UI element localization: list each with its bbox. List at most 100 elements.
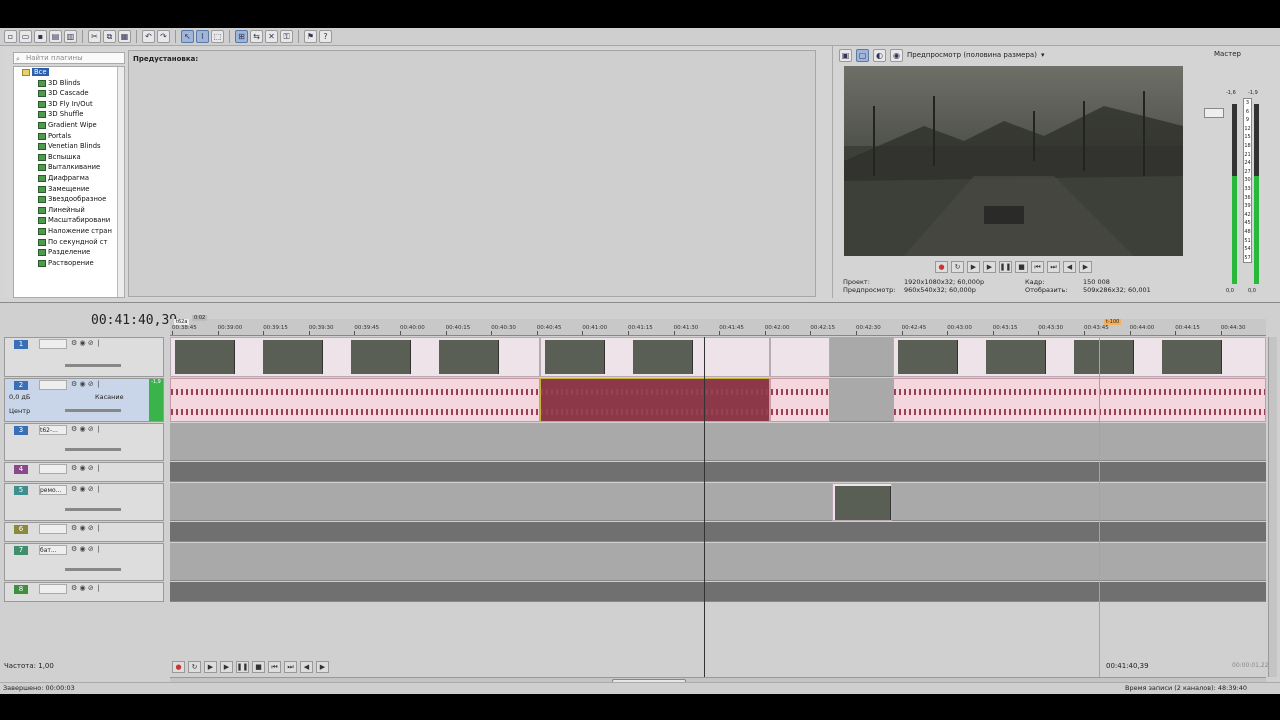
stop-icon[interactable]: ■ (1015, 261, 1028, 273)
track-level-slider[interactable] (65, 448, 121, 451)
edit-tool-icon[interactable]: ↖ (181, 30, 194, 43)
cursor-timecode[interactable]: 00:41:40,39 (1106, 662, 1149, 670)
play-from-start-icon[interactable]: ▶ (204, 661, 217, 673)
prev-frame-icon[interactable]: ◀ (1063, 261, 1076, 273)
play-icon[interactable]: ▶ (983, 261, 996, 273)
track-header-8[interactable]: 8 ⚙ ◉ ⊘ ❘ (4, 582, 164, 602)
chevron-down-icon[interactable]: ▾ (1041, 51, 1045, 59)
audio-clip[interactable] (893, 378, 1266, 422)
track-lanes[interactable] (170, 337, 1266, 677)
render-icon[interactable]: ▥ (64, 30, 77, 43)
time-ruler[interactable]: t62a 0:02 t-100 00:38:45 00:39:00 00:39:15… (170, 315, 1266, 336)
plugin-tree-item[interactable]: 3D Fly In/Out (14, 99, 124, 110)
track-header-3[interactable]: 3 t62-... ⚙ ◉ ⊘ ❘ (4, 423, 164, 461)
selection-tool-icon[interactable]: ⬚ (211, 30, 224, 43)
preview-mode-label[interactable]: Предпросмотр (половина размера) (907, 51, 1037, 59)
redo-icon[interactable]: ↷ (157, 30, 170, 43)
new-icon[interactable]: ▫ (4, 30, 17, 43)
track-lane-1[interactable] (170, 337, 1266, 377)
track-name-field[interactable] (39, 339, 67, 349)
track-level-slider[interactable] (65, 409, 121, 412)
paste-icon[interactable]: ▦ (118, 30, 131, 43)
stop-icon[interactable]: ■ (252, 661, 265, 673)
track-lane-3[interactable] (170, 423, 1266, 461)
video-clip[interactable] (893, 337, 1266, 377)
track-name-field[interactable]: t62-... (39, 425, 67, 435)
plugin-tree-item[interactable]: Выталкивание (14, 162, 124, 173)
plugin-search-input[interactable]: ⌕ Найти плагины (13, 52, 125, 64)
video-clip[interactable] (170, 337, 540, 377)
record-icon[interactable]: ● (172, 661, 185, 673)
cut-icon[interactable]: ✂ (88, 30, 101, 43)
playhead-cursor[interactable] (704, 337, 705, 677)
region-label[interactable]: 0:02 (192, 315, 208, 321)
go-start-icon[interactable]: ⏮ (268, 661, 281, 673)
settings-icon[interactable]: ▣ (839, 48, 852, 62)
play-icon[interactable]: ▶ (220, 661, 233, 673)
track-fx-mute-solo-icons[interactable]: ⚙ ◉ ⊘ ❘ (71, 380, 102, 388)
track-header-4[interactable]: 4 ⚙ ◉ ⊘ ❘ (4, 462, 164, 482)
playback-rate[interactable]: Частота: 1,00 (4, 662, 54, 670)
lock-icon[interactable]: ⚿ (280, 30, 293, 43)
pause-icon[interactable]: ❚❚ (236, 661, 249, 673)
plugin-tree-item[interactable]: Линейный (14, 205, 124, 216)
plugin-tree-item[interactable]: Portals (14, 131, 124, 142)
track-header-2[interactable]: 2 ⚙ ◉ ⊘ ❘ 0,0 дБ Центр Касание -1,9 (4, 378, 164, 422)
track-header-5[interactable]: 5 ремо... ⚙ ◉ ⊘ ❘ (4, 483, 164, 521)
plugin-tree[interactable]: Все 3D Blinds 3D Cascade 3D Fly In/Out 3D S… (13, 66, 125, 298)
track-name-field[interactable]: ремо... (39, 485, 67, 495)
play-from-start-icon[interactable]: ▶ (967, 261, 980, 273)
video-clip[interactable] (770, 337, 830, 377)
track-name-field[interactable] (39, 464, 67, 474)
plugin-tree-item[interactable]: Разделение (14, 247, 124, 258)
track-lane-5[interactable] (170, 483, 1266, 521)
track-fx-mute-solo-icons[interactable]: ⚙ ◉ ⊘ ❘ (71, 524, 102, 532)
marker-icon[interactable]: ⚑ (304, 30, 317, 43)
plugin-tree-item[interactable]: Замещение (14, 184, 124, 195)
track-lane-4[interactable] (170, 462, 1266, 482)
preview-mode-icon[interactable]: ▢ (856, 48, 869, 62)
help-icon[interactable]: ? (319, 30, 332, 43)
plugin-tree-item[interactable]: Диафрагма (14, 173, 124, 184)
envelope-tool-icon[interactable]: ⌇ (196, 30, 209, 43)
plugin-tree-item[interactable]: Gradient Wipe (14, 120, 124, 131)
split-icon[interactable]: ◉ (890, 48, 903, 62)
track-level-slider[interactable] (65, 364, 121, 367)
loop-icon[interactable]: ↻ (188, 661, 201, 673)
plugin-tree-item[interactable]: 3D Cascade (14, 88, 124, 99)
plugin-tree-item[interactable]: Масштабировани (14, 215, 124, 226)
plugin-tree-item[interactable]: 3D Blinds (14, 78, 124, 89)
tree-root-all[interactable]: Все (14, 67, 124, 78)
track-fx-mute-solo-icons[interactable]: ⚙ ◉ ⊘ ❘ (71, 425, 102, 433)
plugin-tree-item[interactable]: 3D Shuffle (14, 109, 124, 120)
plugin-tree-item[interactable]: Venetian Blinds (14, 141, 124, 152)
audio-clip[interactable] (540, 378, 770, 422)
overlay-icon[interactable]: ◐ (873, 48, 886, 62)
pause-icon[interactable]: ❚❚ (999, 261, 1012, 273)
plugin-tree-item[interactable]: Звездообразное (14, 194, 124, 205)
tree-scrollbar[interactable] (117, 67, 124, 297)
track-fx-mute-solo-icons[interactable]: ⚙ ◉ ⊘ ❘ (71, 545, 102, 553)
track-lane-2[interactable] (170, 378, 1266, 422)
crossfade-icon[interactable]: ✕ (265, 30, 278, 43)
video-clip[interactable] (540, 337, 770, 377)
track-header-6[interactable]: 6 ⚙ ◉ ⊘ ❘ (4, 522, 164, 542)
track-header-1[interactable]: 1 ⚙ ◉ ⊘ ❘ (4, 337, 164, 377)
next-frame-icon[interactable]: ▶ (1079, 261, 1092, 273)
track-level-slider[interactable] (65, 508, 121, 511)
track-fx-mute-solo-icons[interactable]: ⚙ ◉ ⊘ ❘ (71, 464, 102, 472)
track-name-field[interactable] (39, 584, 67, 594)
go-end-icon[interactable]: ⏭ (1047, 261, 1060, 273)
track-name-field[interactable] (39, 524, 67, 534)
track-name-field[interactable] (39, 380, 67, 390)
plugin-tree-item[interactable]: Наложение стран (14, 226, 124, 237)
automation-mode-select[interactable]: Касание (95, 393, 124, 401)
copy-icon[interactable]: ⧉ (103, 30, 116, 43)
track-lane-6[interactable] (170, 522, 1266, 542)
plugin-tree-item[interactable]: По секундной ст (14, 237, 124, 248)
audio-clip[interactable] (770, 378, 830, 422)
track-fx-mute-solo-icons[interactable]: ⚙ ◉ ⊘ ❘ (71, 339, 102, 347)
auto-ripple-icon[interactable]: ⇆ (250, 30, 263, 43)
track-lane-8[interactable] (170, 582, 1266, 602)
plugin-tree-item[interactable]: Растворение (14, 258, 124, 269)
